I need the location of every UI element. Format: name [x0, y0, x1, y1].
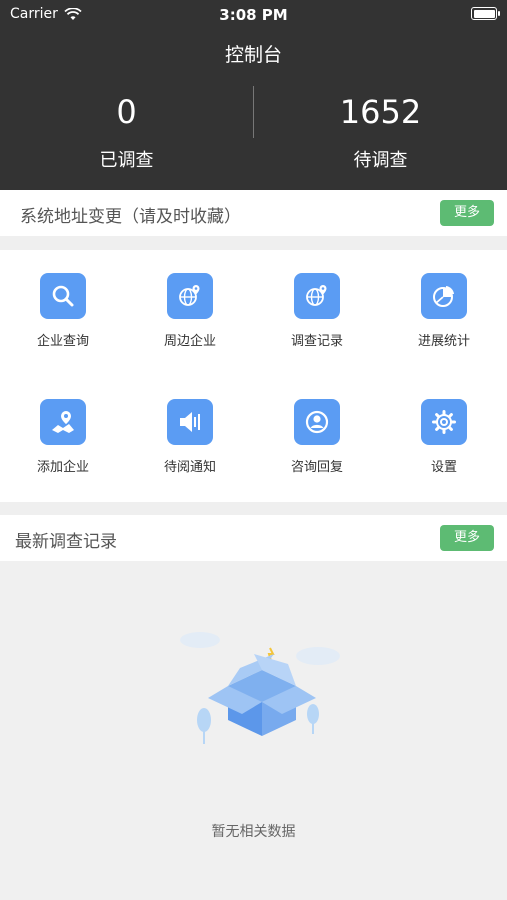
battery-icon — [471, 7, 500, 20]
grid-item-survey-records[interactable]: 调查记录 — [254, 250, 380, 350]
grid-item-settings[interactable]: 设置 — [381, 376, 507, 476]
grid-label: 设置 — [430, 460, 457, 475]
stat-surveyed-value: 0 — [116, 93, 137, 131]
dashboard-header: Carrier 3:08 PM 控制台 0 已调查 1652 待调查 — [0, 0, 507, 190]
map-pin-icon — [40, 399, 86, 445]
function-grid: 企业查询 周边企业 调查记录 进展统计 添加企业 待阅通知 咨询回复 设置 — [0, 250, 507, 502]
grid-item-consult-reply[interactable]: 咨询回复 — [254, 376, 380, 476]
stat-pending[interactable]: 1652 待调查 — [254, 92, 507, 172]
grid-item-pending-notices[interactable]: 待阅通知 — [127, 376, 253, 476]
notice-bar[interactable]: 系统地址变更（请及时收藏） 更多 — [0, 190, 507, 236]
grid-item-add-company[interactable]: 添加企业 — [0, 376, 126, 476]
grid-label: 企业查询 — [36, 334, 89, 349]
stat-surveyed[interactable]: 0 已调查 — [0, 92, 253, 172]
empty-box-illustration — [180, 632, 340, 744]
grid-label: 待阅通知 — [163, 460, 216, 475]
globe-pin-icon — [167, 273, 213, 319]
records-more-button[interactable]: 更多 — [440, 525, 494, 551]
empty-state: 暂无相关数据 — [0, 561, 507, 900]
records-header: 最新调查记录 更多 — [0, 515, 507, 561]
globe-pin-icon — [294, 273, 340, 319]
gear-icon — [421, 399, 467, 445]
stat-pending-label: 待调查 — [353, 150, 408, 171]
grid-label: 咨询回复 — [290, 460, 343, 475]
grid-item-progress-stats[interactable]: 进展统计 — [381, 250, 507, 350]
grid-label: 周边企业 — [163, 334, 216, 349]
grid-label: 调查记录 — [290, 334, 343, 349]
stat-surveyed-label: 已调查 — [99, 150, 154, 171]
grid-label: 进展统计 — [417, 334, 470, 349]
page-title: 控制台 — [224, 44, 282, 66]
grid-label: 添加企业 — [36, 460, 89, 475]
grid-item-nearby-companies[interactable]: 周边企业 — [127, 250, 253, 350]
speaker-icon — [167, 399, 213, 445]
status-bar: Carrier 3:08 PM — [0, 0, 507, 28]
pie-chart-icon — [421, 273, 467, 319]
stat-pending-value: 1652 — [339, 93, 422, 131]
grid-item-company-search[interactable]: 企业查询 — [0, 250, 126, 350]
notice-text: 系统地址变更（请及时收藏） — [20, 207, 241, 227]
search-icon — [40, 273, 86, 319]
status-time: 3:08 PM — [219, 6, 288, 24]
user-circle-icon — [294, 399, 340, 445]
records-title: 最新调查记录 — [15, 532, 117, 552]
notice-more-button[interactable]: 更多 — [440, 200, 494, 226]
empty-text: 暂无相关数据 — [211, 824, 296, 840]
